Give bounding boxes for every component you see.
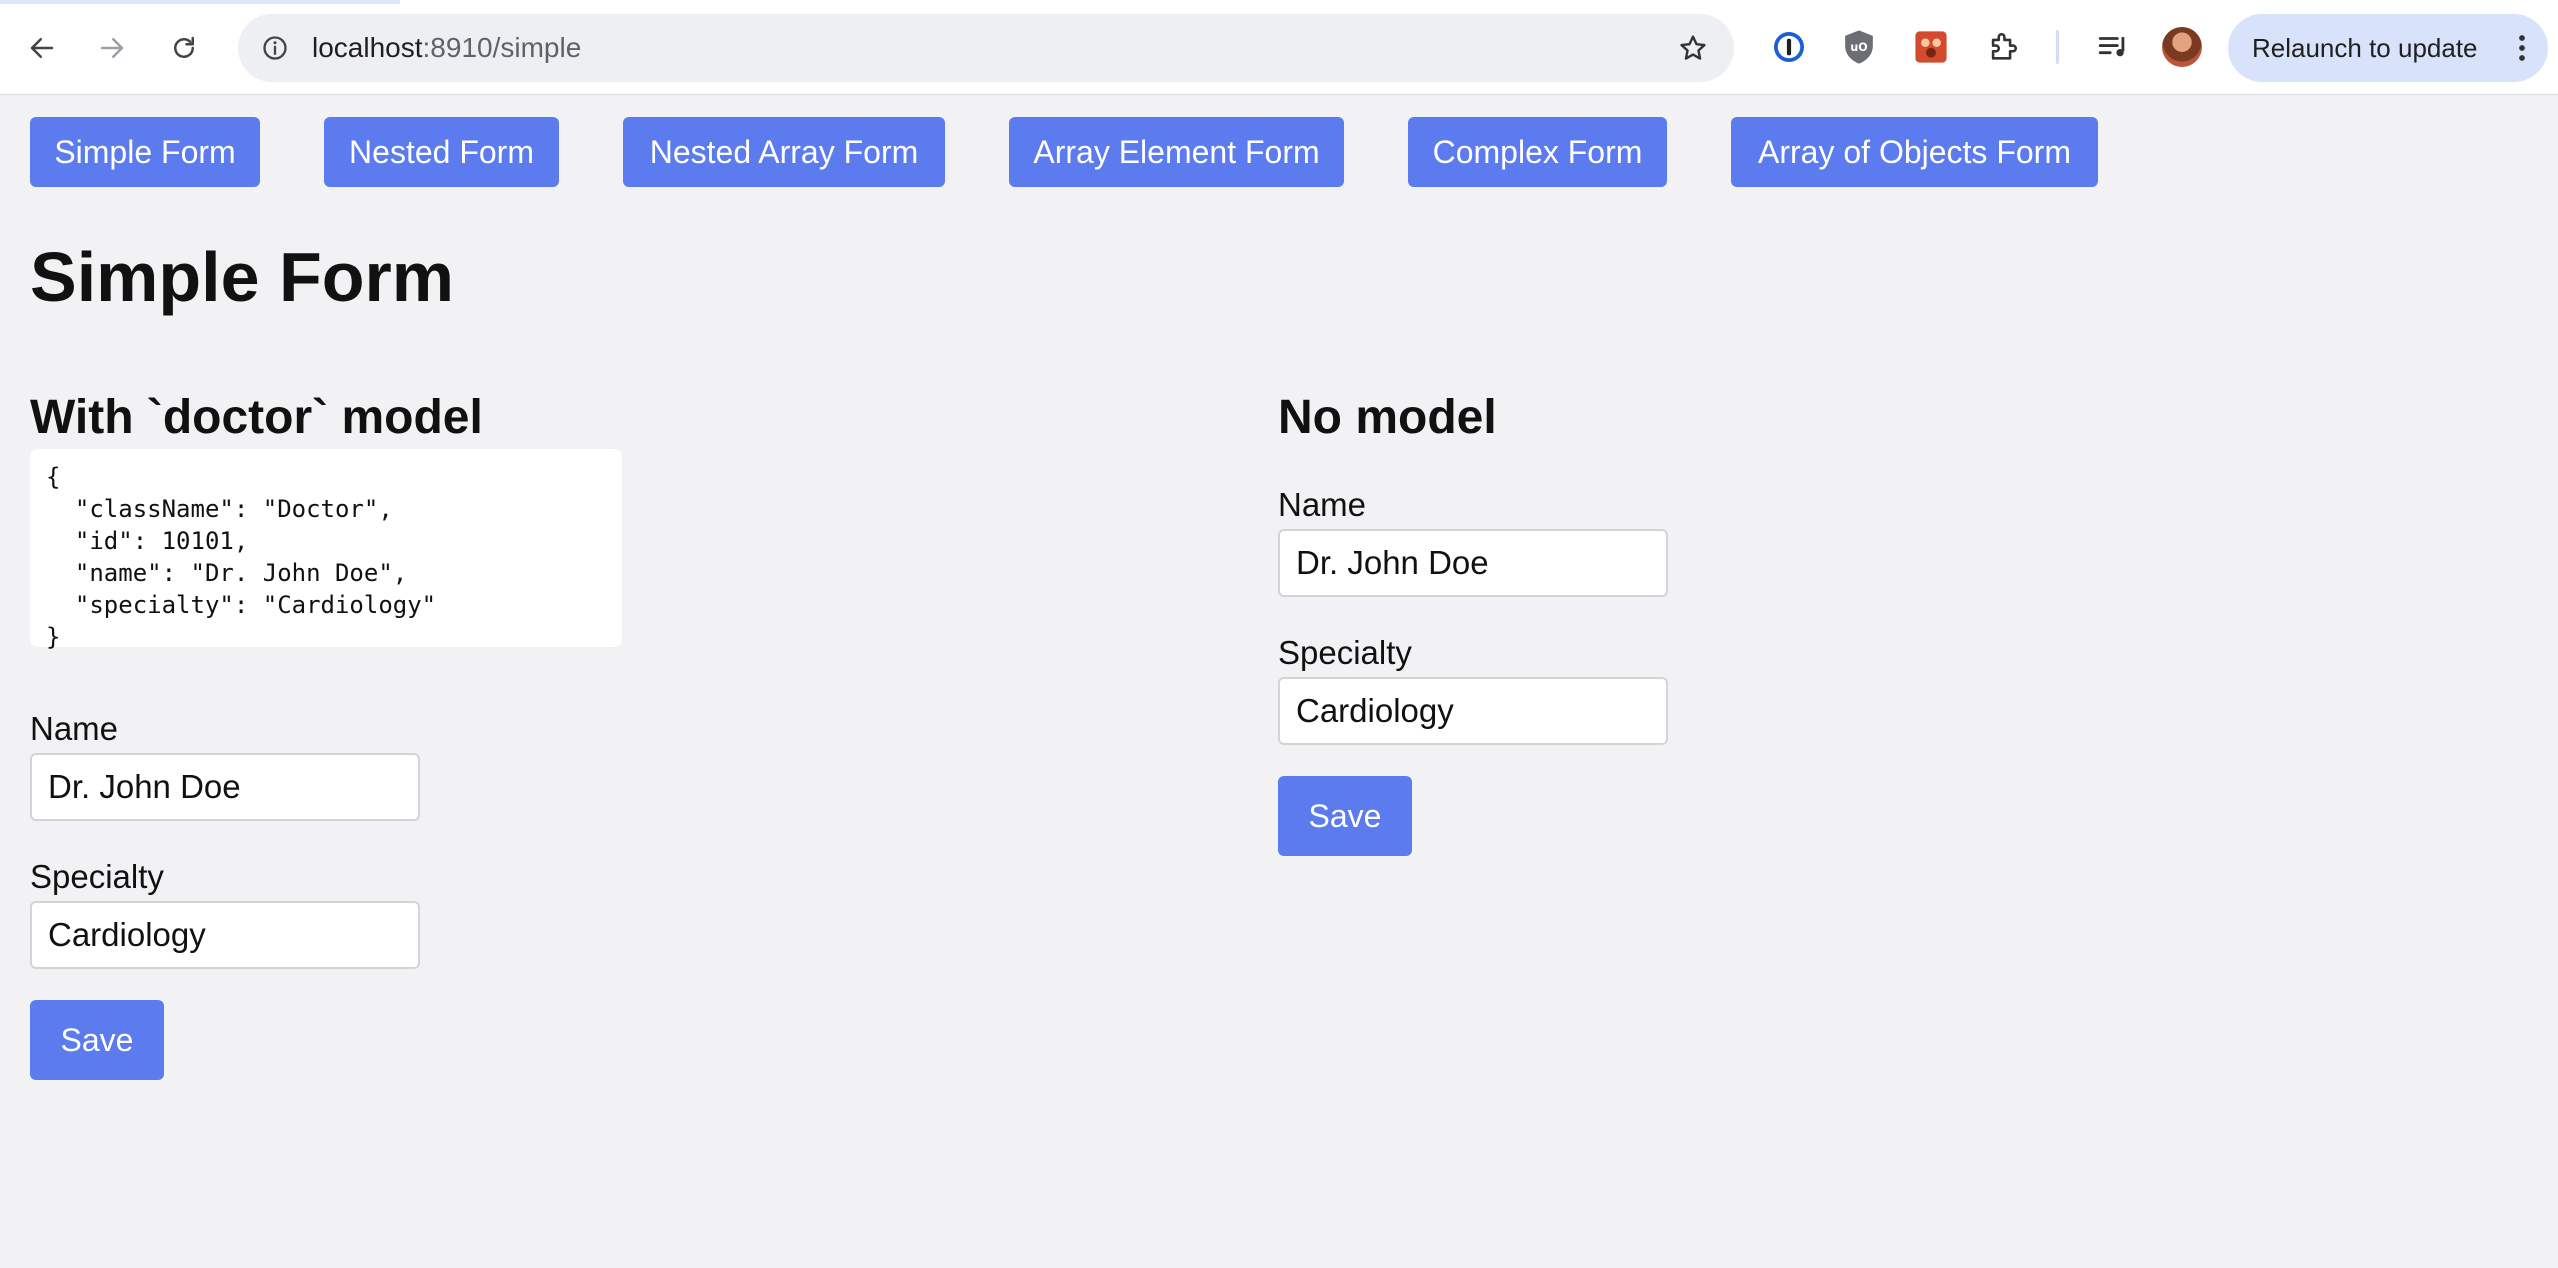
nav-nested-array-form-button[interactable]: Nested Array Form bbox=[623, 117, 945, 187]
info-icon[interactable] bbox=[258, 31, 292, 65]
no-model-name-input[interactable] bbox=[1278, 529, 1668, 597]
no-model-save-button[interactable]: Save bbox=[1278, 776, 1412, 856]
no-model-name-label: Name bbox=[1278, 486, 1367, 523]
url-host: localhost bbox=[312, 32, 423, 63]
reload-button[interactable] bbox=[158, 22, 210, 74]
specialty-label: Specialty bbox=[30, 858, 164, 895]
back-button[interactable] bbox=[16, 22, 68, 74]
star-icon[interactable] bbox=[1674, 29, 1712, 67]
specialty-input[interactable] bbox=[30, 901, 420, 969]
puzzle-icon[interactable] bbox=[1980, 24, 2026, 70]
profile-avatar[interactable] bbox=[2162, 27, 2202, 67]
nav-simple-form-button[interactable]: Simple Form bbox=[30, 117, 260, 187]
arrow-right-icon bbox=[100, 38, 124, 58]
media-queue-icon[interactable] bbox=[2090, 24, 2136, 70]
relaunch-label: Relaunch to update bbox=[2252, 32, 2478, 63]
url-text[interactable]: localhost:8910/simple bbox=[312, 31, 581, 65]
red-extension-icon[interactable] bbox=[1908, 24, 1954, 70]
nav-complex-form-button[interactable]: Complex Form bbox=[1408, 117, 1667, 187]
with-model-heading: With `doctor` model bbox=[30, 391, 483, 444]
save-button[interactable]: Save bbox=[30, 1000, 164, 1080]
ublock-icon[interactable]: uO bbox=[1836, 24, 1882, 70]
more-vertical-icon[interactable] bbox=[2512, 30, 2532, 66]
model-json-block: { "className": "Doctor", "id": 10101, "n… bbox=[30, 449, 622, 651]
browser-toolbar: localhost:8910/simple uO Relaunch to upd… bbox=[0, 0, 2558, 95]
name-label: Name bbox=[30, 710, 119, 747]
nav-array-of-objects-form-button[interactable]: Array of Objects Form bbox=[1731, 117, 2098, 187]
name-input[interactable] bbox=[30, 753, 420, 821]
address-bar[interactable]: localhost:8910/simple bbox=[238, 14, 1734, 82]
url-path: :8910/simple bbox=[422, 32, 582, 63]
no-model-specialty-label: Specialty bbox=[1278, 634, 1412, 671]
reload-icon bbox=[174, 36, 194, 58]
page-title: Simple Form bbox=[30, 238, 454, 316]
toolbar-divider bbox=[2056, 30, 2059, 64]
tab-strip-edge bbox=[0, 0, 400, 4]
forward-button[interactable] bbox=[86, 22, 138, 74]
nav-nested-form-button[interactable]: Nested Form bbox=[324, 117, 559, 187]
relaunch-button[interactable]: Relaunch to update bbox=[2228, 14, 2548, 82]
svg-text:uO: uO bbox=[1850, 41, 1867, 54]
arrow-left-icon bbox=[30, 38, 54, 58]
nav-array-element-form-button[interactable]: Array Element Form bbox=[1009, 117, 1344, 187]
no-model-specialty-input[interactable] bbox=[1278, 677, 1668, 745]
page-content: Simple Form Nested Form Nested Array For… bbox=[0, 95, 2558, 1268]
no-model-heading: No model bbox=[1278, 391, 1497, 444]
1password-icon[interactable] bbox=[1766, 24, 1812, 70]
